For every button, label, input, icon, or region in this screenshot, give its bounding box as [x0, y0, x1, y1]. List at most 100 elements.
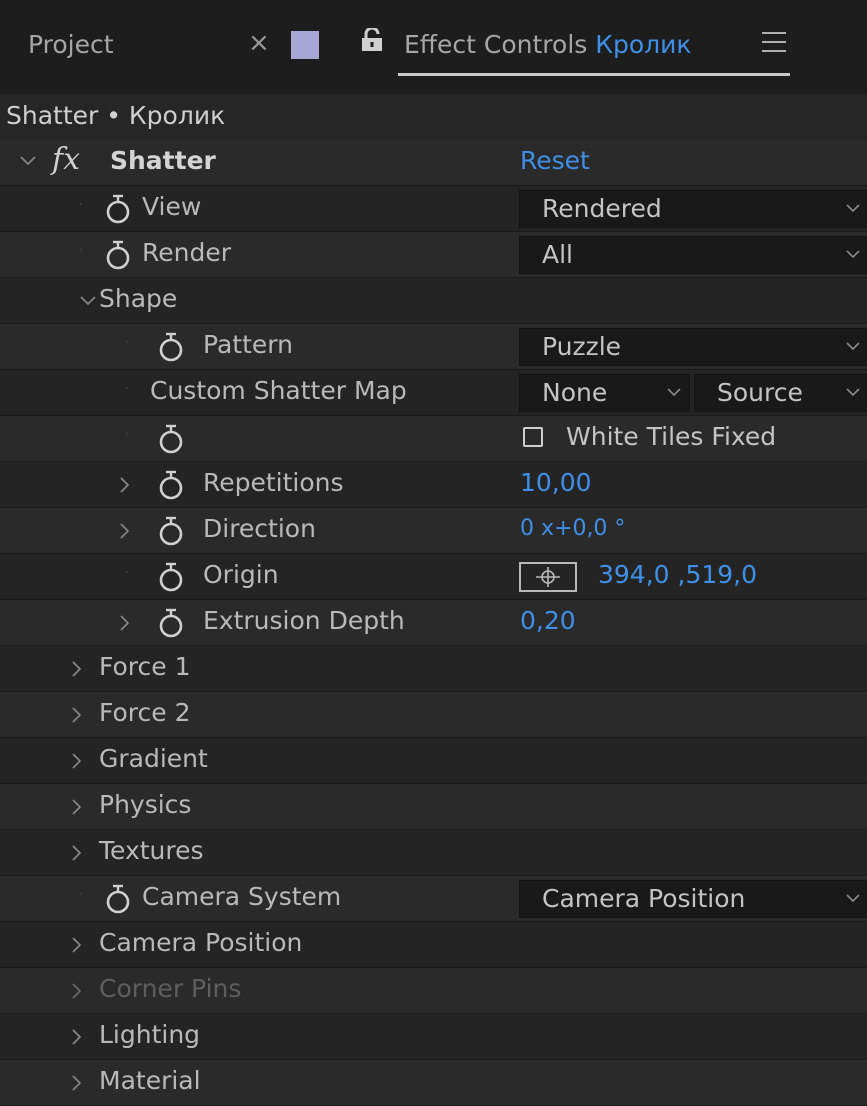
chevron-down-icon[interactable] [80, 296, 96, 306]
tab-effect-controls-label: Effect Controls [404, 30, 588, 59]
property-label: Repetitions [203, 468, 344, 497]
group-row-shape[interactable]: Shape [0, 278, 867, 324]
repetitions-value[interactable]: 10,00 [520, 468, 592, 497]
direction-value[interactable]: 0 x+0,0 ° [520, 516, 625, 541]
group-label: Corner Pins [99, 974, 242, 1003]
stopwatch-icon[interactable] [158, 332, 184, 362]
white-tiles-checkbox[interactable] [523, 427, 543, 447]
property-row-render: · Render All [0, 232, 867, 278]
layer-color-swatch [291, 31, 319, 59]
effect-name: Shatter [110, 146, 216, 175]
active-tab-indicator [398, 73, 790, 76]
bullet: · [124, 562, 130, 583]
property-label: Camera System [142, 882, 342, 911]
stopwatch-icon[interactable] [158, 562, 184, 592]
chevron-down-icon [846, 342, 860, 350]
chevron-right-icon[interactable] [72, 799, 81, 815]
bullet: · [124, 378, 130, 399]
stopwatch-icon[interactable] [158, 470, 184, 500]
property-row-camera-system: · Camera System Camera Position [0, 876, 867, 922]
group-label: Force 1 [99, 652, 191, 681]
group-row-force-2[interactable]: Force 2 [0, 692, 867, 738]
chevron-right-icon[interactable] [72, 1029, 81, 1045]
property-label: Origin [203, 560, 279, 589]
chevron-right-icon[interactable] [120, 615, 129, 631]
chevron-right-icon[interactable] [72, 983, 81, 999]
chevron-right-icon[interactable] [72, 707, 81, 723]
chevron-down-icon [846, 204, 860, 212]
dropdown-value: Puzzle [542, 332, 622, 361]
dropdown-value: All [542, 240, 573, 269]
chevron-right-icon[interactable] [120, 477, 129, 493]
breadcrumb-text: Shatter • Кролик [6, 101, 226, 130]
close-icon[interactable]: × [248, 28, 270, 58]
stopwatch-icon[interactable] [158, 424, 184, 454]
property-label: View [142, 192, 202, 221]
bullet: · [78, 240, 84, 261]
chevron-right-icon[interactable] [72, 845, 81, 861]
chevron-down-icon[interactable] [20, 156, 36, 166]
property-row-pattern: · Pattern Puzzle [0, 324, 867, 370]
extrusion-value[interactable]: 0,20 [520, 606, 576, 635]
tab-project[interactable]: Project [28, 30, 114, 59]
chevron-right-icon[interactable] [72, 937, 81, 953]
group-row-gradient[interactable]: Gradient [0, 738, 867, 784]
tab-layer-name: Кролик [595, 30, 692, 59]
property-label: Pattern [203, 330, 293, 359]
chevron-down-icon [846, 388, 860, 396]
dropdown-value: None [542, 378, 608, 407]
custom-map-source-dropdown[interactable]: Source [694, 374, 867, 412]
group-row-material[interactable]: Material [0, 1060, 867, 1106]
checkbox-label[interactable]: White Tiles Fixed [566, 422, 776, 451]
property-row-origin: · Origin 394,0 ,519,0 [0, 554, 867, 600]
dropdown-value: Rendered [542, 194, 662, 223]
group-row-camera-position[interactable]: Camera Position [0, 922, 867, 968]
unlock-icon[interactable] [361, 28, 383, 52]
stopwatch-icon[interactable] [105, 884, 131, 914]
group-row-force-1[interactable]: Force 1 [0, 646, 867, 692]
bullet: · [78, 194, 84, 215]
pattern-dropdown[interactable]: Puzzle [519, 328, 867, 366]
crosshair-icon[interactable] [519, 562, 577, 592]
chevron-down-icon [846, 894, 860, 902]
property-row-view: · View Rendered [0, 186, 867, 232]
view-dropdown[interactable]: Rendered [519, 190, 867, 228]
group-row-physics[interactable]: Physics [0, 784, 867, 830]
custom-map-layer-dropdown[interactable]: None [519, 374, 690, 412]
group-label: Camera Position [99, 928, 303, 957]
stopwatch-icon[interactable] [158, 516, 184, 546]
chevron-down-icon [667, 388, 681, 396]
dropdown-value: Camera Position [542, 884, 746, 913]
property-row-custom-shatter-map: · Custom Shatter Map None Source [0, 370, 867, 416]
property-label: Custom Shatter Map [150, 376, 407, 405]
property-row-extrusion-depth: Extrusion Depth 0,20 [0, 600, 867, 646]
group-label: Material [99, 1066, 201, 1095]
chevron-right-icon[interactable] [72, 753, 81, 769]
camera-system-dropdown[interactable]: Camera Position [519, 880, 867, 918]
property-row-direction: Direction 0 x+0,0 ° [0, 508, 867, 554]
group-row-lighting[interactable]: Lighting [0, 1014, 867, 1060]
stopwatch-icon[interactable] [105, 194, 131, 224]
bullet: · [78, 884, 84, 905]
group-label: Physics [99, 790, 192, 819]
origin-value[interactable]: 394,0 ,519,0 [598, 560, 757, 589]
stopwatch-icon[interactable] [158, 608, 184, 638]
group-label: Textures [99, 836, 204, 865]
chevron-right-icon[interactable] [72, 661, 81, 677]
group-row-textures[interactable]: Textures [0, 830, 867, 876]
fx-icon[interactable]: fx [52, 142, 80, 177]
property-label: Direction [203, 514, 316, 543]
panel-menu-icon[interactable] [762, 32, 786, 52]
chevron-right-icon[interactable] [72, 1075, 81, 1091]
bullet: · [124, 424, 130, 445]
render-dropdown[interactable]: All [519, 236, 867, 274]
property-row-white-tiles-fixed: · White Tiles Fixed [0, 416, 867, 462]
stopwatch-icon[interactable] [105, 240, 131, 270]
reset-link[interactable]: Reset [520, 146, 590, 175]
tab-effect-controls[interactable]: Effect Controls Кролик [404, 30, 692, 59]
group-label: Lighting [99, 1020, 201, 1049]
chevron-right-icon[interactable] [120, 523, 129, 539]
group-label: Force 2 [99, 698, 191, 727]
chevron-down-icon [846, 250, 860, 258]
group-row-corner-pins[interactable]: Corner Pins [0, 968, 867, 1014]
